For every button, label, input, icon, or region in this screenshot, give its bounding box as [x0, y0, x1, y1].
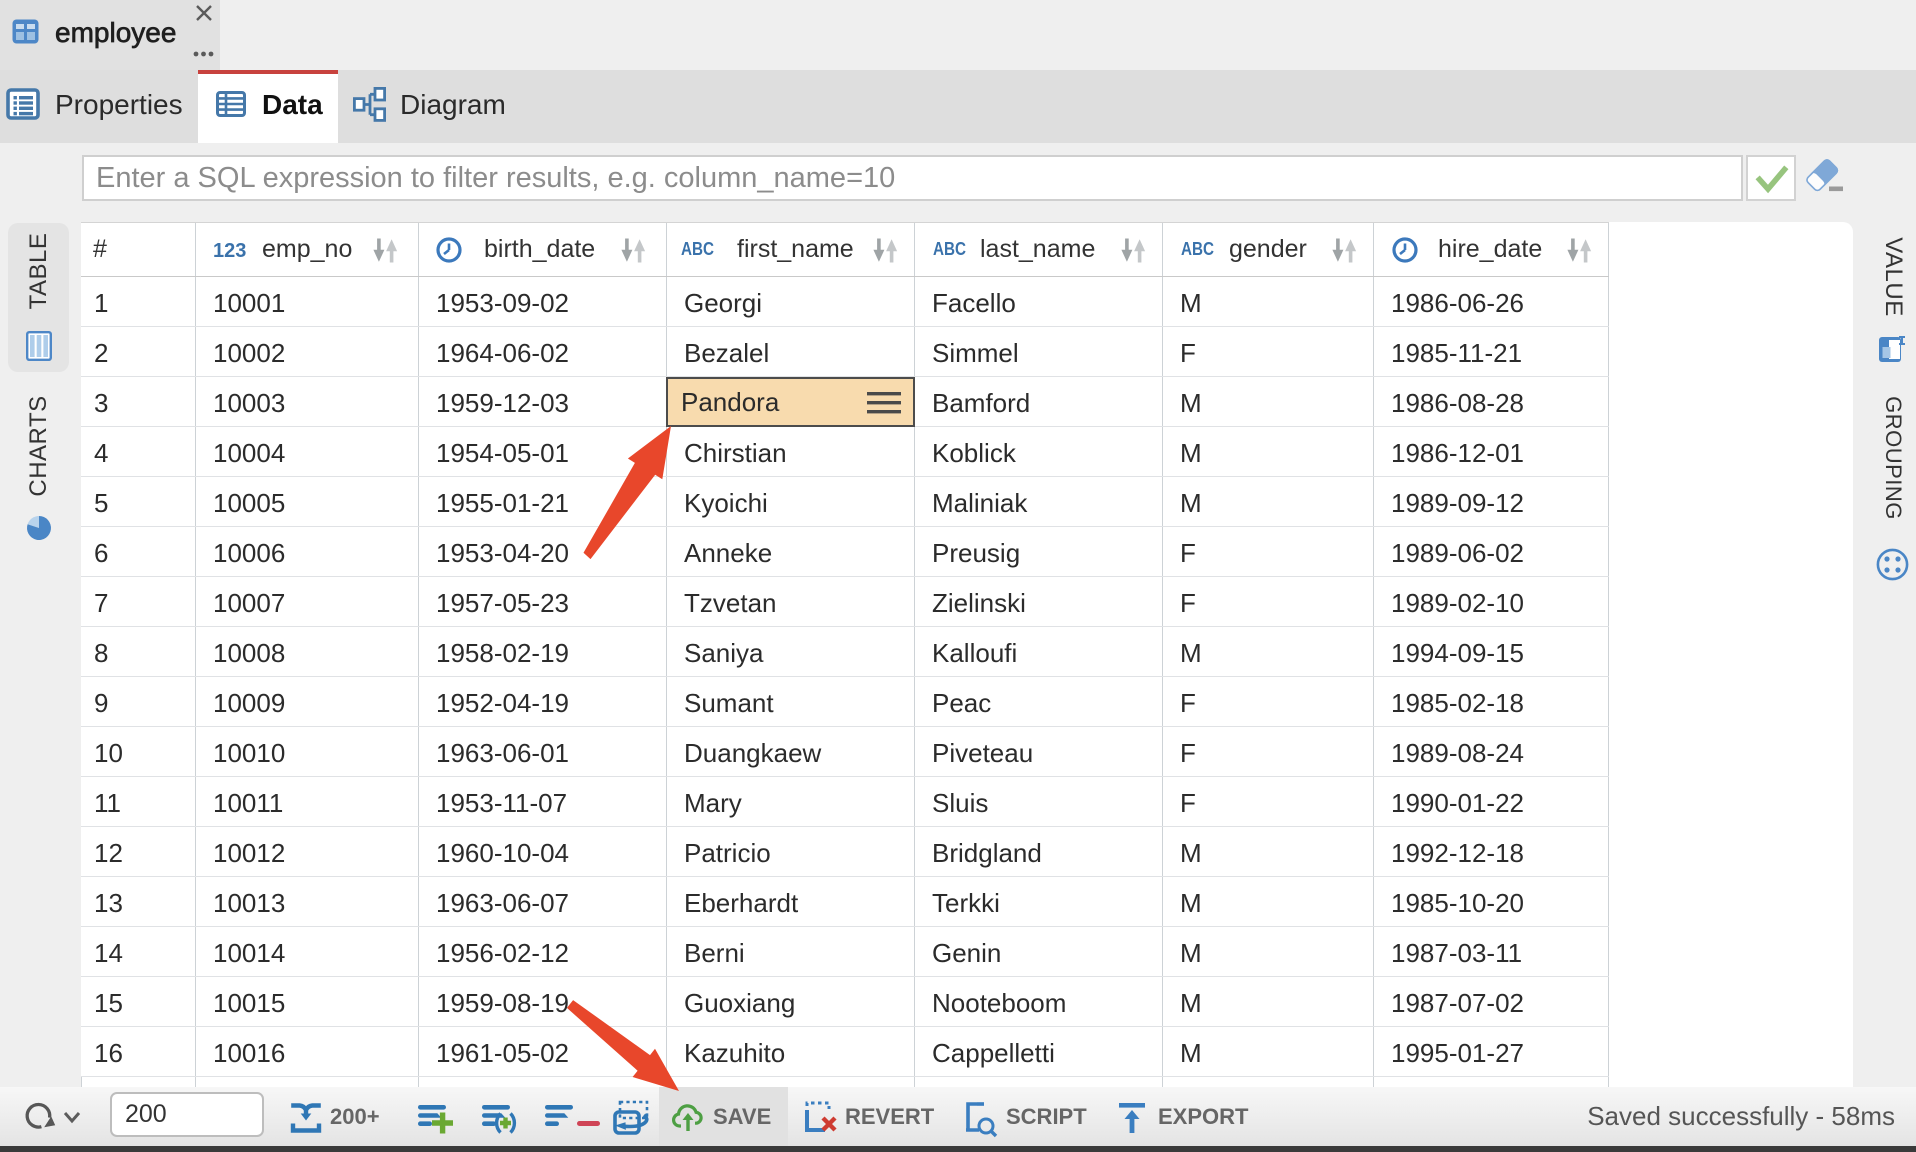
svg-text:123: 123 — [213, 240, 246, 262]
svg-text:ABC: ABC — [933, 239, 966, 259]
svg-text:ABC: ABC — [681, 239, 714, 259]
svg-text:ABC: ABC — [1181, 239, 1214, 259]
